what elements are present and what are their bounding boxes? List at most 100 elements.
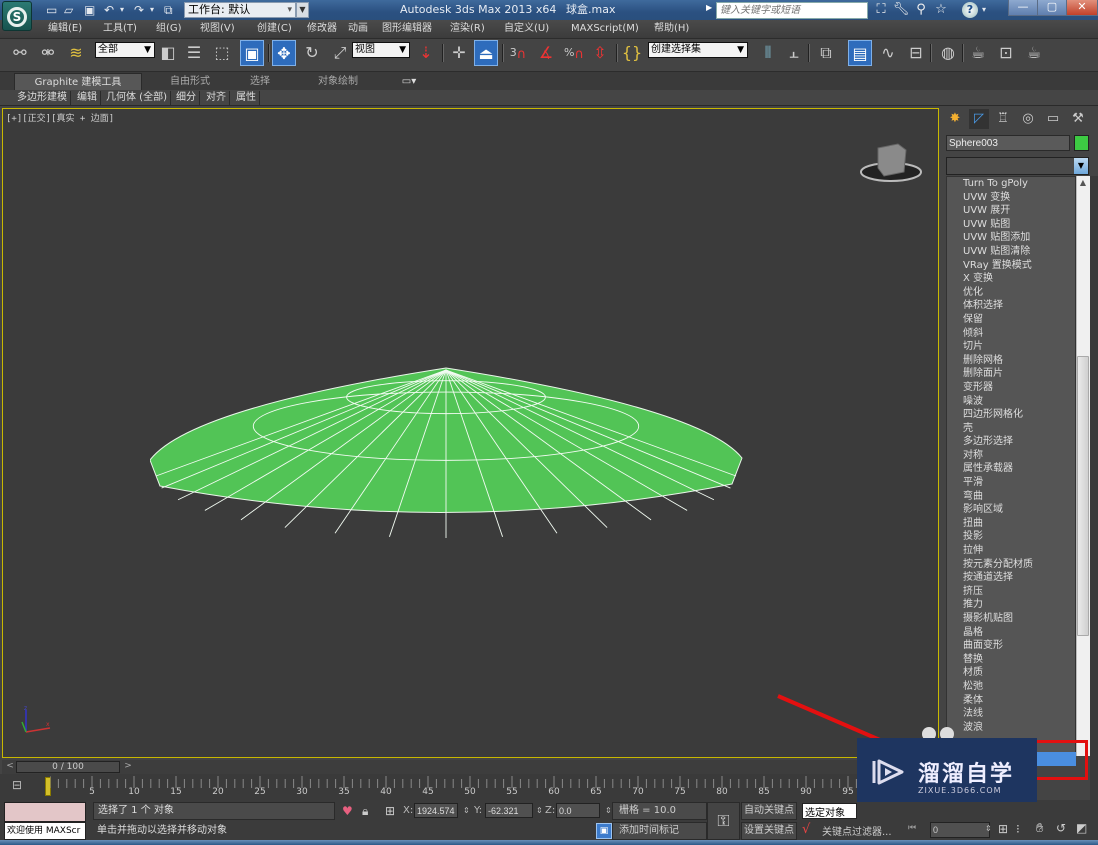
workspace-dropdown[interactable]: 工作台: 默认 ▾ bbox=[184, 2, 296, 18]
key-filters-button[interactable]: 关键点过滤器... bbox=[822, 823, 892, 838]
undo-dropdown-icon[interactable]: ▾ bbox=[120, 2, 124, 18]
schematic-view-icon[interactable]: ⊟ bbox=[904, 40, 928, 66]
help-dropdown-icon[interactable]: ▾ bbox=[982, 2, 986, 18]
orbit-icon[interactable]: ↺ bbox=[1056, 821, 1066, 835]
minimize-button[interactable]: — bbox=[1008, 0, 1038, 16]
modify-panel-tab-icon[interactable]: ◸ bbox=[969, 109, 989, 129]
menu-customize[interactable]: 自定义(U) bbox=[504, 20, 549, 38]
command-panel-scrollbar[interactable] bbox=[1090, 176, 1098, 816]
new-file-icon[interactable]: ▭ bbox=[46, 2, 57, 18]
modifier-list-item[interactable]: 对称 bbox=[947, 449, 1075, 463]
x-spinner-icon[interactable]: ⇕ bbox=[463, 804, 470, 818]
selection-filter-dropdown[interactable]: 全部 ▼ bbox=[95, 42, 155, 58]
chevron-down-icon[interactable]: ▼ bbox=[1074, 158, 1088, 174]
menu-views[interactable]: 视图(V) bbox=[200, 20, 235, 38]
auto-key-button[interactable]: 自动关键点 bbox=[741, 802, 797, 820]
current-frame-field[interactable] bbox=[930, 822, 990, 838]
mirror-icon[interactable]: ⫴ bbox=[756, 40, 780, 66]
angle-snap-icon[interactable]: ∡ bbox=[534, 40, 558, 66]
modifier-list-item[interactable]: Turn To gPoly bbox=[947, 177, 1075, 191]
modifier-list-item[interactable]: UVW 贴图清除 bbox=[947, 245, 1075, 259]
modifier-list-item[interactable]: 影响区域 bbox=[947, 503, 1075, 517]
project-folder-icon[interactable]: ⧉ bbox=[164, 2, 173, 18]
modifier-list-item[interactable]: 按元素分配材质 bbox=[947, 558, 1075, 572]
undo-icon[interactable]: ↶ bbox=[104, 2, 114, 18]
y-spinner-icon[interactable]: ⇕ bbox=[536, 804, 543, 818]
select-and-rotate-icon[interactable]: ↻ bbox=[300, 40, 324, 66]
modifier-list-item[interactable]: 按通道选择 bbox=[947, 571, 1075, 585]
isolate-selection-icon[interactable]: ♥ bbox=[342, 804, 353, 818]
modifier-list-item[interactable]: 四边形网格化 bbox=[947, 408, 1075, 422]
menu-rendering[interactable]: 渲染(R) bbox=[450, 20, 485, 38]
tab-graphite-modeling[interactable]: Graphite 建模工具 bbox=[14, 73, 142, 90]
panel-edit[interactable]: 编辑 bbox=[74, 91, 101, 105]
hierarchy-panel-tab-icon[interactable]: ♖ bbox=[993, 109, 1013, 129]
save-icon[interactable]: ▣ bbox=[84, 2, 95, 18]
snaps-toggle-icon[interactable]: 3∩ bbox=[506, 40, 530, 66]
select-object-icon[interactable]: ◧ bbox=[156, 40, 180, 66]
wrench-icon[interactable]: 🔧︎ bbox=[892, 2, 910, 18]
modifier-list-item[interactable]: 柔体 bbox=[947, 694, 1075, 708]
bind-to-space-warp-icon[interactable]: ≋ bbox=[64, 40, 88, 66]
tab-freeform[interactable]: 自由形式 bbox=[160, 73, 220, 90]
maximize-button[interactable]: ▢ bbox=[1037, 0, 1067, 16]
select-and-move-icon[interactable]: ✥ bbox=[272, 40, 296, 66]
align-icon[interactable]: ⫠ bbox=[782, 40, 806, 66]
add-time-tag-button[interactable]: 添加时间标记 bbox=[612, 822, 707, 840]
time-tag-icon[interactable]: ▣ bbox=[596, 823, 612, 839]
window-crossing-icon[interactable]: ▣ bbox=[240, 40, 264, 66]
modifier-list-item[interactable]: 删除网格 bbox=[947, 354, 1075, 368]
help-icon[interactable]: ? bbox=[962, 2, 978, 18]
menu-graph-editors[interactable]: 图形编辑器 bbox=[382, 20, 432, 38]
select-and-link-icon[interactable]: ⚯ bbox=[8, 40, 32, 66]
panel-properties[interactable]: 属性 bbox=[233, 91, 260, 105]
modifier-list-item[interactable]: 拉伸 bbox=[947, 544, 1075, 558]
select-and-scale-icon[interactable]: ⤢ bbox=[328, 40, 352, 66]
modifier-list-item[interactable]: 保留 bbox=[947, 313, 1075, 327]
modifier-list-item[interactable]: 摄影机贴图 bbox=[947, 612, 1075, 626]
menu-edit[interactable]: 编辑(E) bbox=[48, 20, 82, 38]
motion-panel-tab-icon[interactable]: ◎ bbox=[1018, 109, 1038, 129]
render-setup-icon[interactable]: ☕ bbox=[966, 40, 990, 66]
star-icon[interactable]: ☆ bbox=[932, 2, 950, 18]
panel-subdivision[interactable]: 细分 bbox=[173, 91, 200, 105]
ribbon-options-icon[interactable]: ▭▾ bbox=[394, 73, 424, 90]
modifier-list-item[interactable]: UVW 变换 bbox=[947, 191, 1075, 205]
modifier-list-item[interactable]: 挤压 bbox=[947, 585, 1075, 599]
modifier-list-item[interactable]: 属性承载器 bbox=[947, 462, 1075, 476]
percent-snap-icon[interactable]: %∩ bbox=[562, 40, 586, 66]
close-button[interactable]: ✕ bbox=[1066, 0, 1098, 16]
modifier-list[interactable]: Turn To gPoly UVW 变换 UVW 展开 UVW 贴图 UVW 贴图添加 U… bbox=[946, 176, 1076, 756]
modifier-list-item[interactable]: 切片 bbox=[947, 340, 1075, 354]
redo-dropdown-icon[interactable]: ▾ bbox=[150, 2, 154, 18]
tab-object-paint[interactable]: 对象绘制 bbox=[306, 73, 370, 90]
menu-group[interactable]: 组(G) bbox=[156, 20, 182, 38]
go-to-start-icon[interactable]: ⏮ bbox=[908, 823, 916, 833]
modifier-list-item[interactable]: VRay 置换模式 bbox=[947, 259, 1075, 273]
maxscript-listener-output[interactable]: 欢迎使用 MAXScr bbox=[4, 822, 86, 840]
scene-explorer-icon[interactable]: ▤ bbox=[848, 40, 872, 66]
viewcube[interactable] bbox=[858, 138, 924, 184]
redo-icon[interactable]: ↷ bbox=[134, 2, 144, 18]
object-name-field[interactable] bbox=[946, 135, 1070, 151]
utilities-panel-tab-icon[interactable]: ⚒ bbox=[1068, 109, 1088, 129]
viewport-label-menu[interactable]: [+][正交][真实 + 边面] bbox=[6, 111, 114, 124]
modifier-list-item[interactable]: 扭曲 bbox=[947, 517, 1075, 531]
modifier-list-item[interactable]: X 变换 bbox=[947, 272, 1075, 286]
z-spinner-icon[interactable]: ⇕ bbox=[605, 804, 612, 818]
maximize-viewport-icon[interactable]: ◩ bbox=[1076, 821, 1087, 835]
app-menu-button[interactable]: S bbox=[2, 1, 32, 31]
modifier-list-item[interactable]: 投影 bbox=[947, 530, 1075, 544]
edit-named-selection-icon[interactable]: {} bbox=[620, 40, 644, 66]
menu-tools[interactable]: 工具(T) bbox=[103, 20, 137, 38]
rendered-frame-window-icon[interactable]: ⊡ bbox=[994, 40, 1018, 66]
x-coordinate-field[interactable] bbox=[414, 803, 458, 818]
infocenter-search-input[interactable] bbox=[716, 2, 868, 19]
pan-view-icon[interactable]: ✋︎ bbox=[1036, 821, 1043, 836]
open-mini-curve-editor-icon[interactable]: ⊟ bbox=[12, 778, 30, 794]
menu-create[interactable]: 创建(C) bbox=[257, 20, 292, 38]
modifier-list-item[interactable]: 优化 bbox=[947, 286, 1075, 300]
set-keys-key-icon[interactable]: ⚿ bbox=[707, 802, 740, 840]
selection-lock-icon[interactable]: 🔒︎ bbox=[362, 804, 368, 818]
panel-polygon-modeling[interactable]: 多边形建模 bbox=[14, 91, 71, 105]
